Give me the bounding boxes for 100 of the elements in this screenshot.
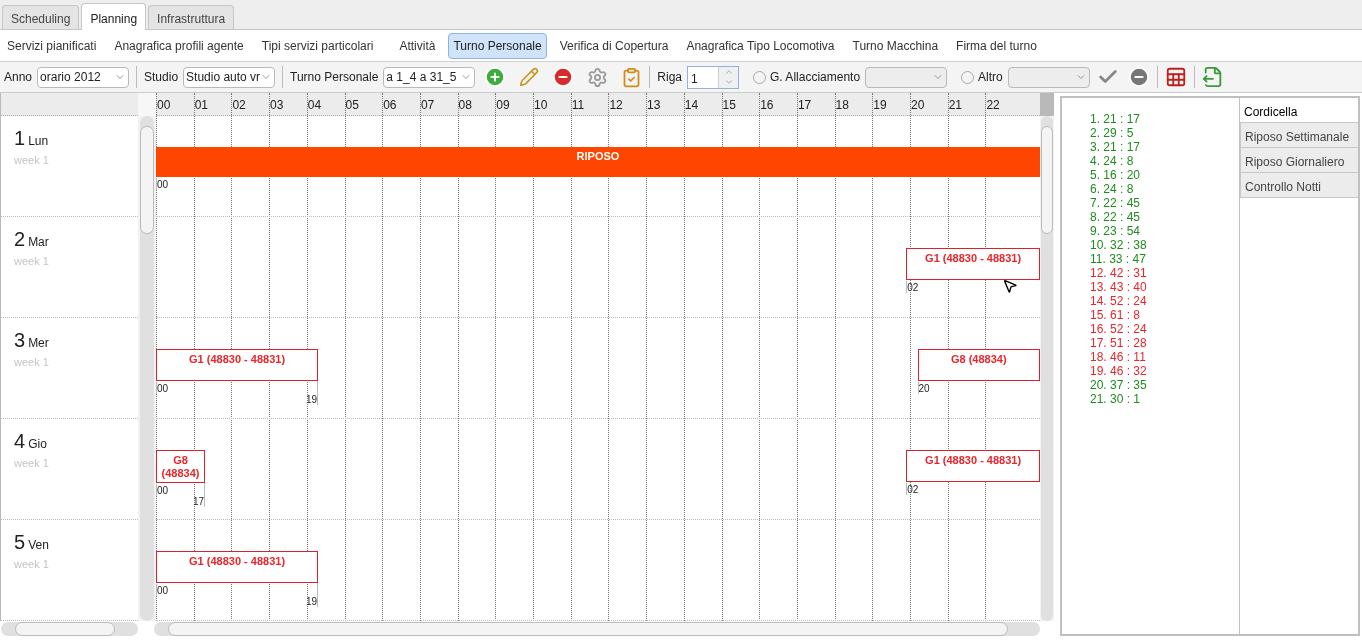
day-number: 3 [14,330,26,350]
summary-entry: 9. 23 : 54 [1090,224,1141,238]
menu-item[interactable]: Turno Personale [448,32,547,59]
scrollbar-thumb[interactable] [140,126,154,234]
day-number: 1 [14,128,26,148]
radio-button[interactable] [753,70,767,84]
hour-label: 16 [760,99,774,111]
shift-block[interactable]: G1 (48830 - 48831) [156,551,319,583]
summary-entry: 19. 46 : 32 [1090,364,1147,378]
radio-button[interactable] [961,70,975,84]
hour-label: 07 [420,99,435,111]
start-time-label: 00 [156,178,169,190]
day-name: Mer [28,335,49,352]
spreadsheet-icon[interactable] [1164,66,1187,88]
start-time-label: 00 [156,484,169,496]
hour-label: 04 [307,99,322,111]
hour-label: 05 [345,99,359,111]
day-number: 2 [14,229,26,249]
add-icon[interactable] [484,66,507,88]
summary-entry: 7. 22 : 45 [1090,196,1141,210]
shift-block[interactable]: G8 (48834) [156,450,205,483]
hour-label: 00 [157,99,171,111]
menu-item[interactable]: Anagrafica profili agente [109,32,249,59]
summary-entry: 10. 32 : 38 [1090,238,1147,252]
hour-label: 03 [270,99,284,111]
summary-entry: 14. 52 : 24 [1090,294,1147,308]
settings-icon[interactable] [587,66,609,88]
menu-item[interactable]: Tipi servizi particolari [256,32,379,59]
summary-entry: 21. 30 : 1 [1090,392,1141,406]
allacciamento-select[interactable] [865,66,948,88]
hour-label: 17 [797,99,812,111]
shift-block[interactable]: G1 (48830 - 48831) [906,248,1040,280]
scrollbar[interactable] [1,622,138,636]
hour-label: 08 [458,99,472,111]
hour-label: 13 [647,99,661,111]
summary-entry: 3. 21 : 17 [1090,140,1141,154]
hour-label: 20 [911,99,925,111]
hour-label: 22 [986,99,1000,111]
studio-select[interactable]: Studio auto vr [183,66,276,88]
hour-label: 02 [232,99,246,111]
day-name: Mar [28,234,49,251]
hour-label: 11 [571,99,585,111]
day-name: Ven [28,537,49,554]
riga-label: Riga [657,69,683,86]
hour-label: 10 [534,99,548,111]
end-time-label: 19 [306,381,319,405]
scrollbar-corner [1040,93,1054,116]
summary-entry: 17. 51 : 28 [1090,336,1147,350]
export-icon[interactable] [1201,66,1224,88]
scrollbar-thumb[interactable] [1041,126,1053,234]
start-time-label: 02 [906,281,919,293]
summary-entry: 15. 61 : 8 [1090,308,1141,322]
day-number: 4 [14,431,26,451]
menu-item[interactable]: Servizi pianificati [2,32,102,59]
shift-block[interactable]: G1 (48830 - 48831) [906,450,1040,482]
altro-select[interactable] [1007,66,1090,88]
radio-label: G. Allacciamento [770,69,861,86]
summary-entry: 6. 24 : 8 [1090,182,1134,196]
remove-icon[interactable] [1127,66,1150,88]
scrollbar[interactable] [1041,116,1053,621]
day-number: 5 [14,532,26,552]
radio-label: Altro [978,69,1003,86]
tab[interactable]: Infrastruttura [148,5,235,29]
shift-block[interactable]: G1 (48830 - 48831) [156,349,319,381]
edit-icon[interactable] [519,67,540,87]
turno-label: Turno Personale [290,69,379,86]
scrollbar-thumb[interactable] [15,622,115,636]
studio-label: Studio [144,69,179,86]
side-tab[interactable]: Controllo Notti [1240,173,1358,198]
summary-entry: 11. 33 : 47 [1090,252,1146,266]
tab[interactable]: Scheduling [2,5,80,29]
delete-icon[interactable] [552,66,575,88]
end-time-label: 19 [306,583,319,607]
hour-label: 09 [496,99,510,111]
hour-label: 06 [383,99,397,111]
riga-spinner[interactable]: 1 [687,65,740,89]
summary-entry: 13. 43 : 40 [1090,280,1147,294]
menu-item[interactable]: Turno Macchina [847,32,944,59]
menu-item[interactable]: Verifica di Copertura [554,32,674,59]
hour-label: 18 [835,99,849,111]
turno-select[interactable]: a 1_4 a 31_5 [383,66,476,88]
anno-select[interactable]: orario 2012 [37,66,130,88]
start-time-label: 20 [917,382,930,394]
menu-item[interactable]: Attività [394,32,441,59]
shift-block[interactable]: G8 (48834) [917,349,1040,381]
menu-item[interactable]: Firma del turno [951,32,1042,59]
end-time-label: 17 [192,483,205,507]
spin-down-icon[interactable] [723,77,734,87]
hour-label: 12 [609,99,623,111]
side-tab[interactable]: Riposo Settimanale [1240,123,1358,148]
scrollbar[interactable] [140,116,154,621]
hour-label: 14 [684,99,699,111]
menu-item[interactable]: Anagrafica Tipo Locomotiva [681,32,840,59]
spin-up-icon[interactable] [723,67,734,77]
summary-entry: 16. 52 : 24 [1090,322,1147,336]
summary-entry: 5. 16 : 20 [1090,168,1141,182]
side-tab[interactable]: Riposo Giornaliero [1240,148,1358,173]
tab[interactable]: Planning [81,3,147,30]
summary-entry: 2. 29 : 5 [1090,126,1134,140]
summary-entry: 4. 24 : 8 [1090,154,1134,168]
